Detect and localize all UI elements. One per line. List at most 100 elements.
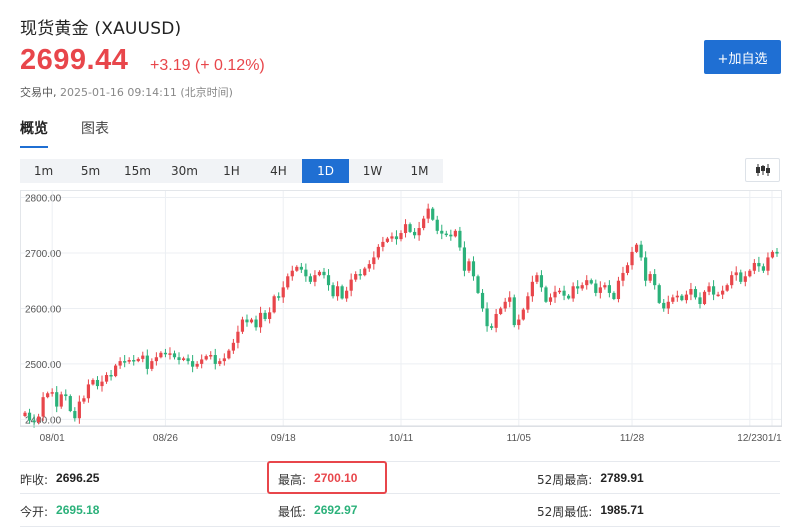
day-high: 最高: 2700.10 (278, 471, 357, 488)
candle-body (32, 420, 36, 423)
candle-body (59, 394, 63, 407)
day-low: 最低: 2692.97 (278, 503, 357, 520)
high-52w-label: 52周最高: (537, 473, 593, 487)
candle-body (317, 271, 322, 276)
candle-body (168, 353, 172, 355)
candle-body (625, 265, 630, 273)
candlestick-icon (755, 164, 770, 176)
candle-body (544, 287, 548, 302)
candle-body (702, 291, 707, 305)
range-1m[interactable]: 1M (396, 159, 443, 183)
range-4h[interactable]: 4H (255, 159, 302, 183)
candle-body (390, 236, 394, 239)
range-15m[interactable]: 15m (114, 159, 161, 183)
stats-row: 今开: 2695.18 最低: 2692.97 52周最低: 1985.71 (20, 494, 780, 527)
range-1h[interactable]: 1H (208, 159, 255, 183)
candle-body (594, 283, 598, 293)
y-tick-label: 2800.00 (25, 194, 62, 205)
candle-body (399, 233, 403, 240)
candle-body (453, 230, 457, 237)
candle-body (191, 361, 195, 367)
candle-body (254, 319, 258, 328)
candle-body (118, 361, 122, 366)
candle-body (372, 257, 376, 265)
candle-body (172, 353, 177, 358)
candle-body (662, 302, 666, 309)
range-5m[interactable]: 5m (67, 159, 114, 183)
price-chart[interactable]: 2800.002700.002600.002500.002400.0008/01… (20, 190, 782, 452)
candle-body (739, 272, 743, 282)
tab-chart[interactable]: 图表 (81, 118, 109, 148)
candle-body (616, 280, 621, 300)
range-1d[interactable]: 1D (302, 159, 349, 183)
range-30m[interactable]: 30m (161, 159, 208, 183)
candle-body (354, 274, 358, 280)
candle-body (684, 294, 688, 301)
candle-body (281, 287, 285, 298)
market-status: 交易中, 2025-01-16 09:14:11 (北京时间) (20, 84, 233, 100)
candle-body (499, 308, 503, 314)
open-price: 今开: 2695.18 (20, 503, 99, 520)
candle-body (517, 319, 521, 326)
candle-body (163, 352, 168, 355)
candle-body (204, 356, 208, 360)
candle-body (335, 286, 340, 297)
range-1w[interactable]: 1W (349, 159, 396, 183)
candle-body (46, 393, 50, 398)
candle-body (621, 272, 625, 281)
candle-body (422, 218, 426, 229)
candle-body (607, 285, 611, 293)
candle-body (367, 264, 371, 269)
add-to-watchlist-button[interactable]: +加自选 (704, 40, 781, 74)
candle-body (580, 285, 584, 289)
candle-body (734, 272, 738, 276)
candle-body (458, 230, 462, 248)
candle-body (340, 286, 344, 299)
high-52w-value: 2789.91 (600, 471, 644, 485)
candle-body (693, 289, 698, 298)
candle-body (109, 374, 113, 377)
candle-body (95, 379, 100, 387)
candle-body (376, 246, 380, 258)
candle-body (68, 396, 72, 412)
candle-body (707, 286, 711, 292)
candle-body (195, 363, 199, 367)
candle-body (73, 411, 77, 419)
candle-body (648, 274, 652, 281)
stats-table: 昨收: 2696.25 最高: 2700.10 52周最高: 2789.91 今… (20, 461, 780, 527)
candle-body (526, 296, 530, 310)
candle-body (567, 295, 571, 299)
candle-body (91, 379, 95, 385)
day-high-label: 最高: (278, 473, 307, 487)
low-52w: 52周最低: 1985.71 (537, 503, 644, 520)
candle-body (36, 416, 41, 423)
candle-body (290, 270, 294, 277)
candle-body (612, 292, 616, 300)
quote-timestamp: 2025-01-16 09:14:11 (北京时间) (60, 86, 233, 99)
candle-body (639, 244, 643, 258)
x-tick-label: 12/23 (737, 433, 762, 444)
y-tick-label: 2500.00 (25, 360, 62, 371)
high-52w: 52周最高: 2789.91 (537, 471, 644, 488)
prev-close-value: 2696.25 (56, 471, 100, 485)
range-1m[interactable]: 1m (20, 159, 67, 183)
candle-body (27, 412, 32, 421)
candle-body (530, 281, 534, 297)
candle-body (86, 384, 91, 399)
x-tick-label: 09/18 (271, 433, 296, 444)
last-price: 2699.44 (20, 44, 129, 76)
candle-body (535, 275, 539, 282)
tab-overview[interactable]: 概览 (20, 118, 48, 148)
candle-body (385, 238, 390, 242)
candle-body (114, 365, 118, 377)
candle-body (263, 312, 267, 319)
candle-body (689, 289, 693, 295)
chart-type-button[interactable] (745, 158, 780, 182)
candle-body (417, 228, 421, 236)
candle-body (104, 374, 109, 382)
candle-body (766, 257, 770, 271)
prev-close-label: 昨收: (20, 473, 49, 487)
candle-body (277, 296, 281, 298)
candle-body (603, 285, 607, 288)
candle-body (426, 208, 430, 219)
